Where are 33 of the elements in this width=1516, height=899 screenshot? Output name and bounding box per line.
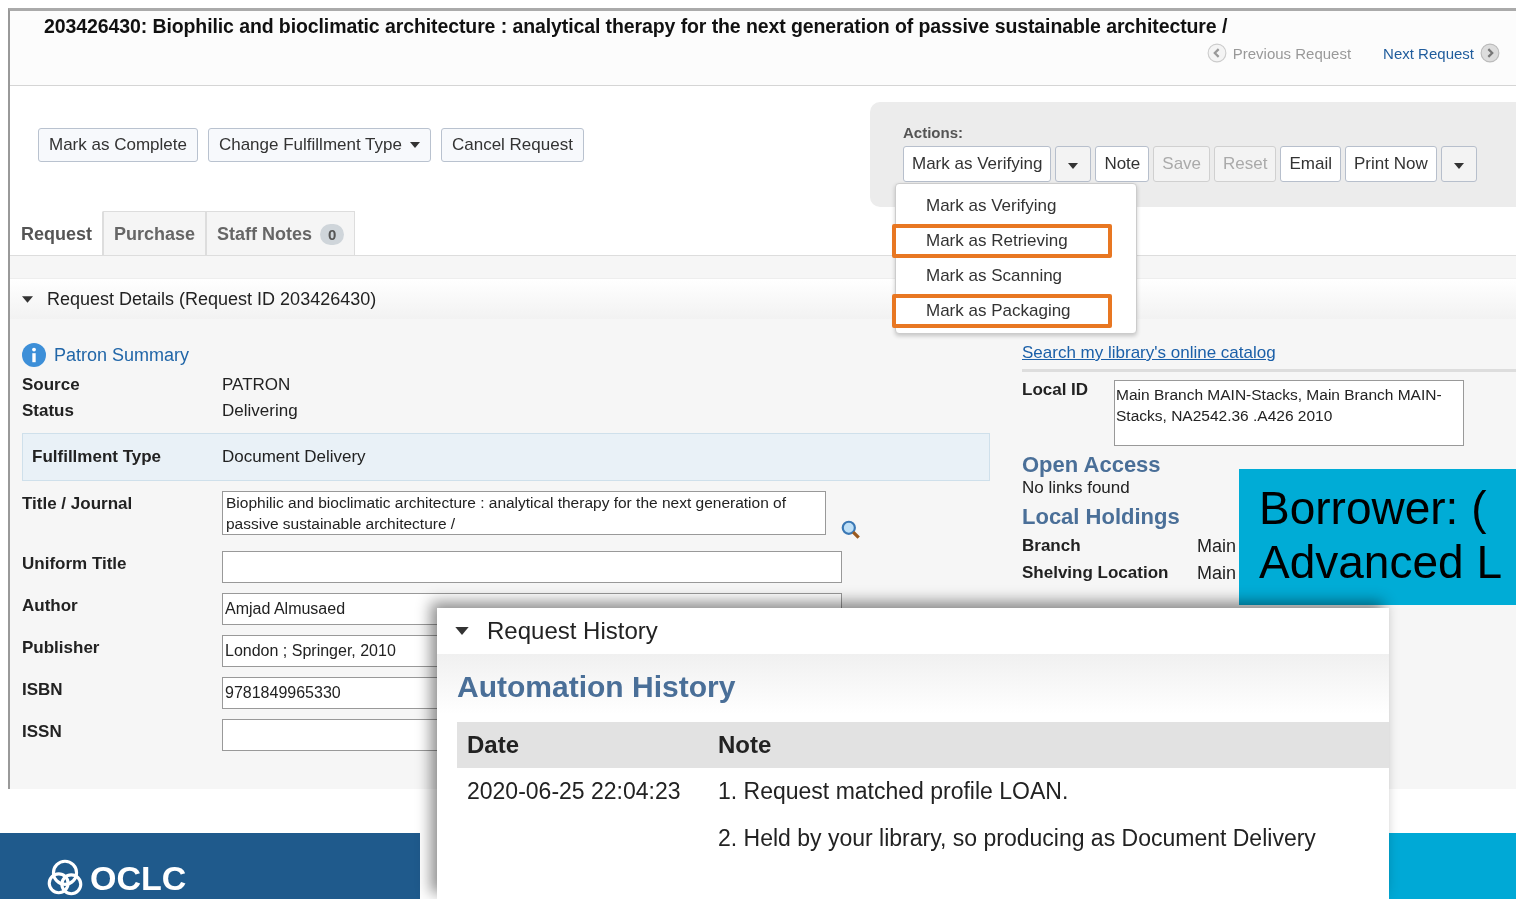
logo-text: OCLC (90, 858, 187, 898)
table-cell-text: 1. Request matched profile LOAN. (718, 778, 1070, 805)
holding-value: Main (1197, 563, 1236, 584)
holding-label: Shelving Location (1022, 563, 1170, 584)
field-value: Delivering (222, 401, 298, 421)
field-label: Local ID (1022, 380, 1090, 401)
callout-text: Borrower: ( (1259, 481, 1488, 535)
field-label: Title / Journal (22, 493, 134, 514)
table-cell-text: 2020-06-25 22:04:23 (467, 778, 682, 806)
section-heading: Request Details (Request ID 203426430) (47, 288, 377, 310)
automation-history-heading: Automation History (457, 670, 737, 704)
column-header: Date (467, 731, 521, 759)
callout-text: Advanced L (1259, 535, 1503, 589)
no-links-text: No links found (1022, 478, 1131, 498)
field-label: Publisher (22, 637, 101, 658)
field-label: ISSN (22, 721, 63, 742)
local-holdings-heading: Local Holdings (1022, 504, 1180, 530)
count-badge: 0 (320, 224, 345, 245)
field-label: Fulfillment Type (32, 447, 163, 467)
holding-label: Branch (1022, 536, 1082, 557)
field-value: Document Delivery (222, 447, 366, 467)
field-value: PATRON (222, 375, 291, 395)
field-label: Uniform Title (22, 553, 128, 574)
request-title: 203426430: Biophilic and bioclimatic architecture : analytical therapy for the next generation of passive sustainable architecture / (44, 15, 1229, 38)
open-access-heading: Open Access (1022, 452, 1161, 478)
field-label: ISBN (22, 679, 64, 700)
field-label: Status (22, 401, 75, 421)
actions-label: Actions: (903, 124, 964, 141)
field-label: Source (22, 375, 81, 395)
holding-value: Main (1197, 536, 1236, 557)
column-header: Note (718, 731, 772, 759)
table-cell: 2. Held by your library, so producing as Document Delivery (718, 825, 1316, 852)
field-label: Author (22, 595, 79, 616)
